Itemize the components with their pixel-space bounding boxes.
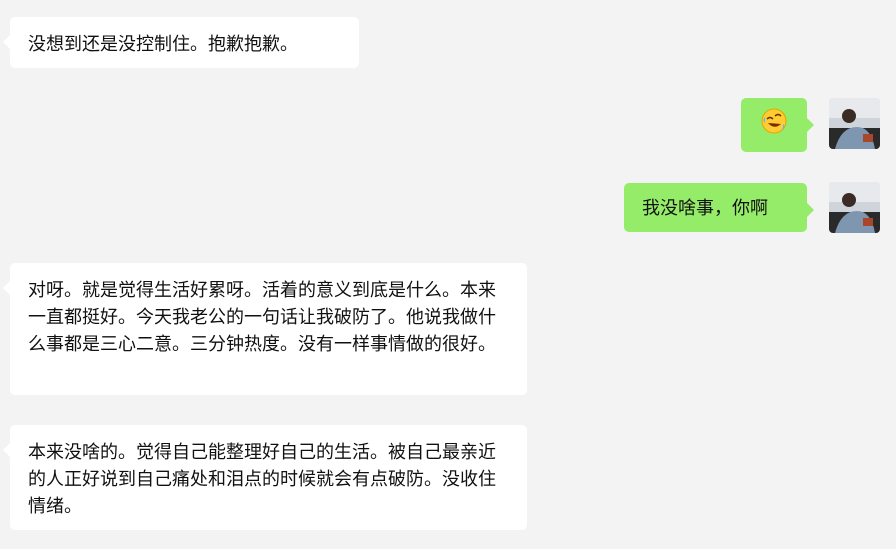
incoming-message-bubble[interactable]: 对呀。就是觉得生活好累呀。活着的意义到底是什么。本来一直都挺好。今天我老公的一句… — [3, 263, 527, 395]
self-avatar[interactable] — [829, 98, 880, 149]
chat-window: { "messages": [ {"direction": "in", "tex… — [0, 0, 896, 549]
outgoing-emoji-bubble[interactable] — [741, 98, 814, 152]
self-avatar[interactable] — [829, 182, 880, 233]
incoming-message-bubble[interactable]: 本来没啥的。觉得自己能整理好自己的生活。被自己最亲近的人正好说到自己痛处和泪点的… — [3, 425, 527, 530]
message-text: 本来没啥的。觉得自己能整理好自己的生活。被自己最亲近的人正好说到自己痛处和泪点的… — [28, 442, 496, 517]
rolling-on-floor-laughing-icon — [760, 107, 788, 143]
incoming-message-bubble[interactable]: 没想到还是没控制住。抱歉抱歉。 — [3, 17, 359, 68]
message-text: 对呀。就是觉得生活好累呀。活着的意义到底是什么。本来一直都挺好。今天我老公的一句… — [28, 280, 496, 355]
message-text: 没想到还是没控制住。抱歉抱歉。 — [28, 34, 298, 55]
message-text: 我没啥事，你啊 — [642, 198, 768, 219]
outgoing-message-bubble[interactable]: 我没啥事，你啊 — [624, 183, 814, 232]
